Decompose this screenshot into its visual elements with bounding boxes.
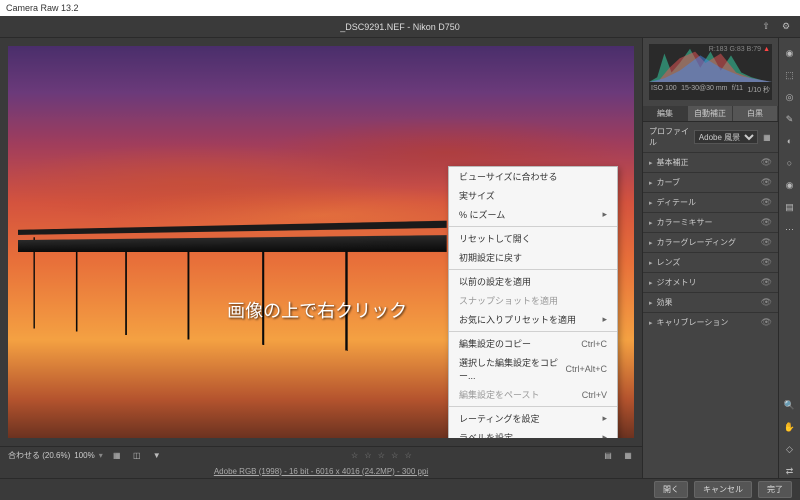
- compare-icon[interactable]: ◫: [131, 450, 143, 462]
- menu-item[interactable]: ビューサイズに合わせる: [449, 167, 617, 186]
- chevron-right-icon: ▸: [649, 299, 653, 307]
- sampler-tool-icon[interactable]: ◇: [783, 442, 797, 456]
- context-menu: ビューサイズに合わせる実サイズ% にズーム▸ リセットして開く初期設定に戻す以前の…: [448, 166, 618, 438]
- tool-strip: ◉ ⬚ ◎ ✎ ◐ ○ ◉ ▤ ⋯ 🔍 ✋ ◇ ⇄: [778, 38, 800, 478]
- hand-tool-icon[interactable]: ✋: [783, 420, 797, 434]
- edit-tabs: 編集 自動補正 白黒: [643, 106, 778, 122]
- eye-icon[interactable]: 👁: [761, 277, 772, 288]
- tab-auto[interactable]: 自動補正: [688, 106, 733, 121]
- bottom-bar: 開く キャンセル 完了: [0, 478, 800, 500]
- image-viewer[interactable]: 画像の上で右クリック ビューサイズに合わせる実サイズ% にズーム▸ リセットして開…: [0, 38, 642, 478]
- menu-item[interactable]: % にズーム▸: [449, 205, 617, 224]
- histo-iso: ISO 100: [651, 85, 677, 95]
- edit-tool-icon[interactable]: ◉: [783, 46, 797, 60]
- filmstrip-icon[interactable]: ▤: [602, 450, 614, 462]
- chevron-right-icon: ▸: [649, 179, 653, 187]
- eye-icon[interactable]: 👁: [761, 157, 772, 168]
- instruction-overlay: 画像の上で右クリック: [227, 297, 407, 323]
- eye-icon[interactable]: 👁: [761, 177, 772, 188]
- profile-row: プロファイル Adobe 風景 ▦: [643, 122, 778, 152]
- rating-stars[interactable]: ☆ ☆ ☆ ☆ ☆: [351, 451, 414, 460]
- thumbnail-icon[interactable]: ▦: [622, 450, 634, 462]
- chevron-right-icon: ▸: [649, 279, 653, 287]
- profile-label: プロファイル: [649, 126, 690, 148]
- panel-header[interactable]: ▸カラーグレーディング👁: [643, 232, 778, 252]
- profile-select[interactable]: Adobe 風景: [694, 130, 758, 144]
- panel-header[interactable]: ▸キャリブレーション👁: [643, 312, 778, 332]
- image-canvas[interactable]: 画像の上で右クリック ビューサイズに合わせる実サイズ% にズーム▸ リセットして開…: [8, 46, 634, 438]
- menu-item[interactable]: レーティングを設定▸: [449, 409, 617, 428]
- done-button[interactable]: 完了: [758, 481, 792, 498]
- redeye-tool-icon[interactable]: ◉: [783, 178, 797, 192]
- filename-label: _DSC9291.NEF - Nikon D750: [340, 22, 460, 32]
- panel-header[interactable]: ▸カーブ👁: [643, 172, 778, 192]
- menu-item[interactable]: 選択した編集設定をコピー...Ctrl+Alt+C: [449, 353, 617, 385]
- chevron-right-icon: ▸: [649, 319, 653, 327]
- zoom-value[interactable]: 100%: [74, 451, 94, 460]
- zoom-tool-icon[interactable]: 🔍: [783, 398, 797, 412]
- profile-grid-icon[interactable]: ▦: [762, 131, 772, 143]
- tab-bw[interactable]: 白黒: [733, 106, 778, 121]
- chevron-right-icon: ▸: [649, 159, 653, 167]
- menu-item[interactable]: 初期設定に戻す: [449, 248, 617, 267]
- chevron-right-icon: ▸: [649, 239, 653, 247]
- eye-icon[interactable]: 👁: [761, 257, 772, 268]
- top-bar: _DSC9291.NEF - Nikon D750 ⇧ ⚙: [0, 16, 800, 38]
- gradient-tool-icon[interactable]: ◐: [783, 134, 797, 148]
- menu-item[interactable]: お気に入りプリセットを適用▸: [449, 310, 617, 329]
- eye-icon[interactable]: 👁: [761, 317, 772, 328]
- eye-icon[interactable]: 👁: [761, 297, 772, 308]
- eye-icon[interactable]: 👁: [761, 197, 772, 208]
- spot-tool-icon[interactable]: ◎: [783, 90, 797, 104]
- histogram[interactable]: R:183 G:83 B:79 ▲ ISO 100 15-30@30 mm f/…: [649, 44, 772, 100]
- menu-item: スナップショットを適用: [449, 291, 617, 310]
- eye-icon[interactable]: 👁: [761, 217, 772, 228]
- eye-icon[interactable]: 👁: [761, 237, 772, 248]
- crop-tool-icon[interactable]: ⬚: [783, 68, 797, 82]
- open-button[interactable]: 開く: [654, 481, 688, 498]
- panel-header[interactable]: ▸基本補正👁: [643, 152, 778, 172]
- more-icon[interactable]: ⋯: [783, 222, 797, 236]
- panel-header[interactable]: ▸ディテール👁: [643, 192, 778, 212]
- right-sidebar: R:183 G:83 B:79 ▲ ISO 100 15-30@30 mm f/…: [642, 38, 778, 478]
- menu-item[interactable]: ラベルを設定▸: [449, 428, 617, 438]
- upload-icon[interactable]: ⇧: [760, 21, 772, 33]
- filter-icon[interactable]: ▼: [151, 450, 163, 462]
- grid-icon[interactable]: ▦: [111, 450, 123, 462]
- preset-icon[interactable]: ▤: [783, 200, 797, 214]
- menu-item[interactable]: リセットして開く: [449, 229, 617, 248]
- tab-edit[interactable]: 編集: [643, 106, 688, 121]
- chevron-right-icon: ▸: [649, 219, 653, 227]
- brush-tool-icon[interactable]: ✎: [783, 112, 797, 126]
- radial-tool-icon[interactable]: ○: [783, 156, 797, 170]
- chevron-right-icon: ▸: [649, 259, 653, 267]
- toggle-tool-icon[interactable]: ⇄: [783, 464, 797, 478]
- chevron-right-icon: ▸: [649, 199, 653, 207]
- image-metadata[interactable]: Adobe RGB (1998) - 16 bit - 6016 x 4016 …: [0, 464, 642, 478]
- panel-header[interactable]: ▸カラーミキサー👁: [643, 212, 778, 232]
- menu-item[interactable]: 以前の設定を適用: [449, 272, 617, 291]
- viewer-footer: 合わせる (20.6%) 100% ▾ ▦ ◫ ▼ ☆ ☆ ☆ ☆ ☆ ▤ ▦: [0, 446, 642, 464]
- title-bar: Camera Raw 13.2: [0, 0, 800, 16]
- histo-shutter: 1/10 秒: [747, 85, 770, 95]
- histo-focal: 15-30@30 mm: [681, 85, 727, 95]
- fit-zoom-label[interactable]: 合わせる (20.6%): [8, 450, 70, 461]
- histo-aperture: f/11: [732, 85, 743, 95]
- menu-item[interactable]: 編集設定のコピーCtrl+C: [449, 334, 617, 353]
- highlight-warning-icon[interactable]: ▲: [763, 46, 770, 53]
- menu-item[interactable]: 実サイズ: [449, 186, 617, 205]
- histogram-badge: R:183: [709, 46, 728, 53]
- cancel-button[interactable]: キャンセル: [694, 481, 752, 498]
- panel-header[interactable]: ▸効果👁: [643, 292, 778, 312]
- menu-item: 編集設定をペーストCtrl+V: [449, 385, 617, 404]
- panel-header[interactable]: ▸ジオメトリ👁: [643, 272, 778, 292]
- panel-header[interactable]: ▸レンズ👁: [643, 252, 778, 272]
- gear-icon[interactable]: ⚙: [780, 21, 792, 33]
- app-title: Camera Raw 13.2: [6, 3, 79, 13]
- chevron-down-icon[interactable]: ▾: [99, 451, 103, 460]
